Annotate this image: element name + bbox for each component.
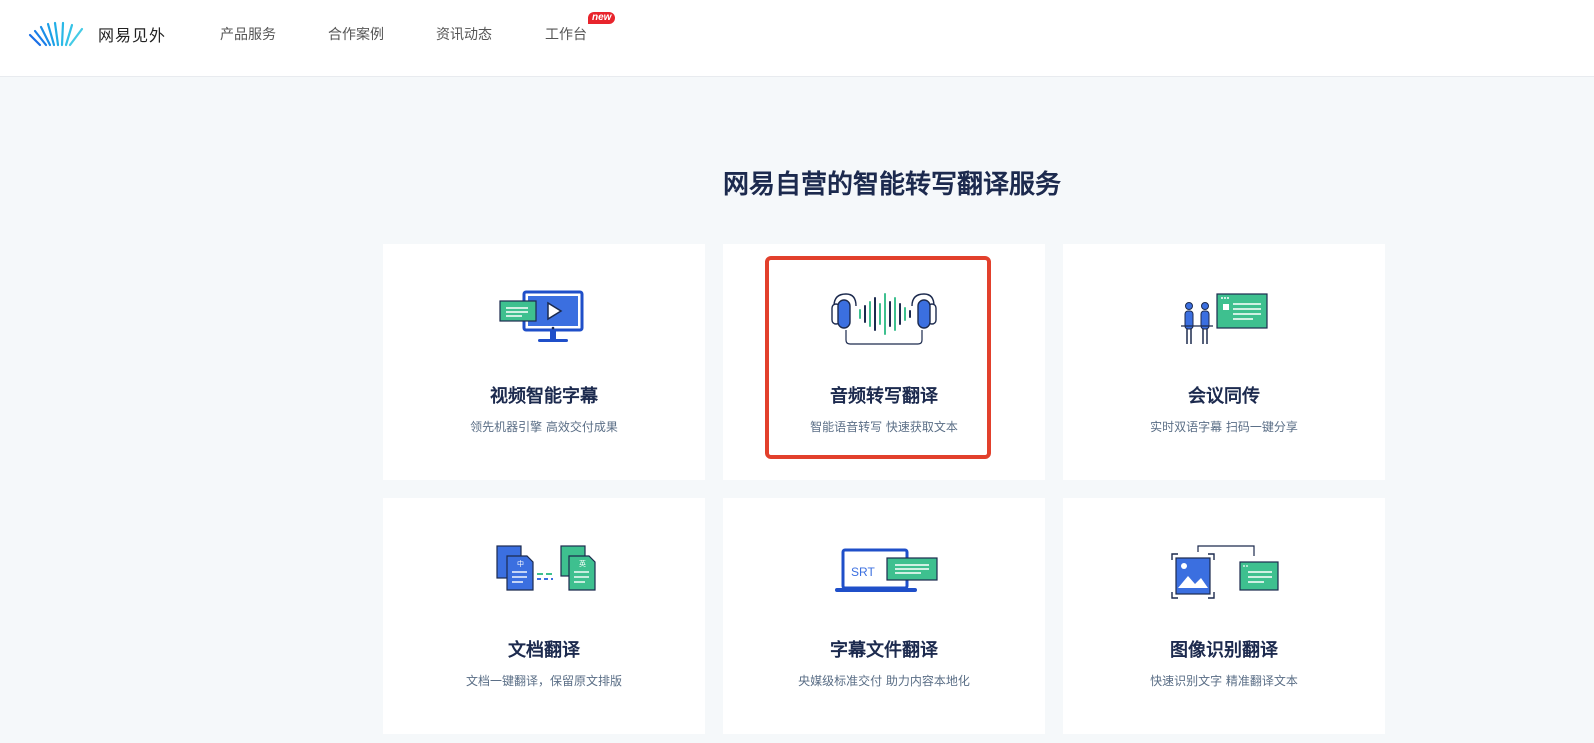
card-subtitle: 央媒级标准交付 助力内容本地化 [798,674,970,688]
card-title: 视频智能字幕 [490,386,598,407]
zh-label: 中 [517,559,524,568]
new-badge: new [588,12,616,24]
nav-news[interactable]: 资讯动态 [436,24,492,44]
meeting-icon [1181,293,1268,344]
service-card-meeting[interactable]: 会议同传 实时双语字幕 扫码一键分享 [1063,244,1385,480]
card-title: 图像识别翻译 [1170,640,1278,661]
service-card-subtitle-file[interactable]: SRT 字幕文件翻译 央媒级标准交付 助力内容本地化 [723,498,1045,734]
document-translate-icon: 中 英 [496,545,596,591]
card-title: 会议同传 [1188,386,1260,407]
nav-workbench[interactable]: 工作台 [545,24,587,44]
nav-cases[interactable]: 合作案例 [328,24,384,44]
card-title: 文档翻译 [508,640,580,661]
service-card-video-subtitle[interactable]: 视频智能字幕 领先机器引擎 高效交付成果 [383,244,705,480]
card-subtitle: 快速识别文字 精准翻译文本 [1150,674,1298,688]
card-subtitle: 领先机器引擎 高效交付成果 [470,420,618,434]
brand-logo[interactable]: 网易见外 [28,20,166,48]
card-subtitle: 实时双语字幕 扫码一键分享 [1150,420,1298,434]
srt-file-icon: SRT [835,548,938,592]
brand-logo-icon [28,21,84,47]
card-subtitle: 文档一键翻译，保留原文排版 [465,674,622,688]
service-card-audio-transcription[interactable]: 音频转写翻译 智能语音转写 快速获取文本 [723,244,1045,480]
top-navigation-bar: 网易见外 产品服务 合作案例 资讯动态 工作台 new [0,0,1594,77]
service-card-document-translation[interactable]: 中 英 文档翻译 文档一键翻译，保留原文排版 [383,498,705,734]
srt-label: SRT [851,565,875,579]
page-headline: 网易自营的智能转写翻译服务 [722,170,1061,200]
card-title: 音频转写翻译 [830,386,938,407]
brand-name: 网易见外 [98,26,167,45]
nav-products[interactable]: 产品服务 [220,24,276,44]
service-card-image-ocr[interactable]: 图像识别翻译 快速识别文字 精准翻译文本 [1063,498,1385,734]
en-label: 英 [579,559,586,568]
card-title: 字幕文件翻译 [830,640,938,661]
card-subtitle: 智能语音转写 快速获取文本 [810,420,958,434]
audio-headphones-icon [831,293,937,345]
image-ocr-icon [1171,545,1279,599]
video-subtitle-icon [499,290,584,342]
